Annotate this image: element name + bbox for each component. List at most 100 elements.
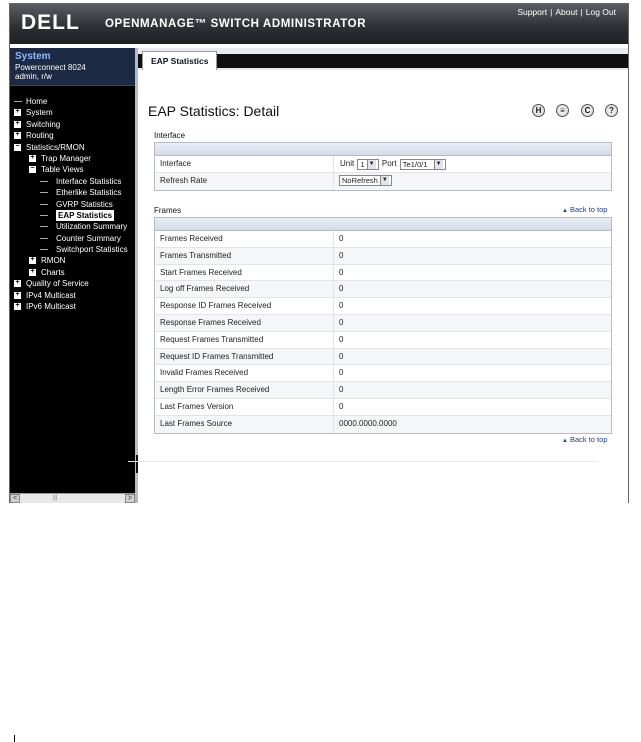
stat-label: Response Frames Received — [160, 317, 261, 327]
sidebar-item[interactable]: − Table Views — [10, 164, 135, 175]
stat-value: 0 — [339, 250, 344, 260]
sidebar-item[interactable]: Utilization Summary — [10, 221, 135, 232]
refresh-rate-row: Refresh Rate NoRefresh ▼ — [155, 172, 611, 190]
sidebar-item-label: Utilization Summary — [56, 222, 128, 232]
sidebar-item[interactable]: Counter Summary — [10, 233, 135, 244]
stat-value: 0 — [339, 385, 344, 395]
scroll-left-arrow[interactable]: < — [10, 494, 20, 503]
help-icon[interactable]: ? — [605, 104, 618, 117]
expand-icon[interactable]: + — [14, 131, 21, 140]
stat-label: Response ID Frames Received — [160, 301, 272, 311]
table-row: Last Frames Source 0000.0000.0000 — [155, 415, 611, 433]
sidebar-item[interactable]: + Quality of Service — [10, 278, 135, 289]
system-model: Powerconnect 8024 — [15, 63, 86, 72]
stat-value: 0 — [339, 284, 344, 294]
sidebar-item-label: Table Views — [41, 165, 84, 175]
table-row: Frames Transmitted 0 — [155, 247, 611, 265]
expand-icon[interactable]: + — [29, 154, 36, 162]
scroll-right-arrow[interactable]: > — [125, 494, 135, 503]
app-window: DELL OPENMANAGE™ SWITCH ADMINISTRATOR Su… — [9, 3, 629, 503]
save-icon[interactable]: H — [532, 104, 545, 117]
sidebar-item[interactable]: + Switching — [10, 119, 135, 130]
sidebar-item[interactable]: + Routing — [10, 130, 135, 141]
up-arrow-icon: ▲ — [562, 438, 568, 444]
sidebar-item[interactable]: + IPv6 Multicast — [10, 301, 135, 312]
sidebar-item-label: Charts — [41, 267, 65, 277]
sidebar-hscrollbar[interactable]: < ||| > — [10, 493, 135, 503]
sidebar-item-label: Interface Statistics — [56, 176, 122, 186]
chevron-down-icon: ▼ — [379, 176, 389, 186]
refresh-icon[interactable]: C — [581, 104, 594, 117]
sidebar-item[interactable]: Switchport Statistics — [10, 244, 135, 255]
table-row: Log off Frames Received 0 — [155, 281, 611, 299]
expand-icon[interactable]: + — [14, 291, 21, 299]
stat-value: 0 — [339, 351, 344, 361]
table-row: Request Frames Transmitted 0 — [155, 331, 611, 349]
sidebar-item[interactable]: + System — [10, 107, 135, 118]
sidebar-item[interactable]: − Statistics/RMON — [10, 142, 135, 153]
chevron-down-icon: ▼ — [433, 159, 443, 169]
about-link[interactable]: About — [555, 7, 577, 17]
interface-row: Interface Unit 1 ▼ Port Te1/0/1 ▼ — [155, 156, 611, 173]
print-icon[interactable]: ≡ — [556, 104, 569, 117]
tree-branch-line — [40, 237, 48, 239]
sidebar-item-label: System — [26, 108, 53, 118]
frames-panel-header — [155, 218, 611, 231]
expand-icon[interactable]: + — [14, 279, 21, 288]
sidebar-item-label: Trap Manager — [41, 153, 91, 163]
tree-branch-line — [40, 226, 48, 228]
sidebar-item[interactable]: + IPv4 Multicast — [10, 290, 135, 301]
app-title: OPENMANAGE™ SWITCH ADMINISTRATOR — [105, 18, 367, 30]
port-select[interactable]: Te1/0/1 ▼ — [399, 158, 446, 170]
stat-value: 0000.0000.0000 — [339, 418, 397, 428]
support-link[interactable]: Support — [517, 7, 547, 17]
collapse-icon[interactable]: − — [14, 143, 21, 151]
stat-label: Invalid Frames Received — [160, 368, 249, 378]
frames-panel: Frames Received 0 Frames Transmitted 0 Start… — [154, 217, 612, 434]
expand-icon[interactable]: + — [14, 108, 21, 117]
stat-value: 0 — [339, 234, 344, 243]
expand-icon[interactable]: + — [14, 120, 21, 128]
sidebar-item[interactable]: GVRP Statistics — [10, 199, 135, 210]
collapse-icon[interactable]: − — [29, 165, 36, 174]
page-margin-mark — [14, 735, 15, 742]
sidebar-item[interactable]: + RMON — [10, 255, 135, 266]
logout-link[interactable]: Log Out — [586, 7, 616, 17]
stat-label: Frames Received — [160, 234, 223, 243]
system-title[interactable]: System — [15, 51, 130, 62]
tree-branch-line — [40, 192, 48, 194]
sidebar-item[interactable]: Interface Statistics — [10, 176, 135, 187]
table-row: Response Frames Received 0 — [155, 314, 611, 332]
nav-tree: Home + System + Switching + Routing − Statistics… — [10, 96, 135, 312]
interface-panel: Interface Unit 1 ▼ Port Te1/0/1 ▼ Refresh… — [154, 142, 612, 191]
sidebar-item[interactable]: EAP Statistics — [10, 209, 135, 222]
stat-label: Last Frames Source — [160, 418, 233, 428]
sidebar-item[interactable]: + Trap Manager — [10, 153, 135, 164]
unit-label: Unit — [340, 159, 355, 168]
tab-bar: EAP Statistics — [138, 48, 628, 70]
sidebar-item-label: Switchport Statistics — [56, 245, 128, 255]
sidebar-item-label: Quality of Service — [26, 279, 89, 289]
sidebar-item[interactable]: + Charts — [10, 267, 135, 278]
table-row: Length Error Frames Received 0 — [155, 382, 611, 399]
sidebar-item-label: Etherlike Statistics — [56, 188, 122, 198]
unit-select[interactable]: 1 ▼ — [357, 158, 379, 170]
expand-icon[interactable]: + — [29, 268, 36, 276]
stat-value: 0 — [339, 317, 344, 327]
expand-icon[interactable]: + — [14, 302, 21, 311]
sidebar-item[interactable]: Etherlike Statistics — [10, 187, 135, 198]
back-to-top-link[interactable]: ▲ Back to top — [562, 205, 607, 214]
scroll-thumb[interactable]: ||| — [50, 495, 60, 501]
table-row: Last Frames Version 0 — [155, 398, 611, 416]
page-title: EAP Statistics: Detail — [148, 103, 280, 119]
bottom-divider — [128, 461, 598, 462]
stat-value: 0 — [339, 401, 344, 411]
back-to-top-link-bottom[interactable]: ▲ Back to top — [562, 435, 607, 444]
expand-icon[interactable]: + — [29, 256, 36, 265]
tab-eap-statistics[interactable]: EAP Statistics — [142, 51, 218, 70]
tree-branch-line — [40, 249, 48, 251]
sidebar-item-label: Statistics/RMON — [26, 142, 85, 152]
sidebar-item-label: GVRP Statistics — [56, 199, 113, 209]
sidebar-item[interactable]: Home — [10, 96, 135, 107]
refresh-rate-select[interactable]: NoRefresh ▼ — [339, 175, 392, 187]
